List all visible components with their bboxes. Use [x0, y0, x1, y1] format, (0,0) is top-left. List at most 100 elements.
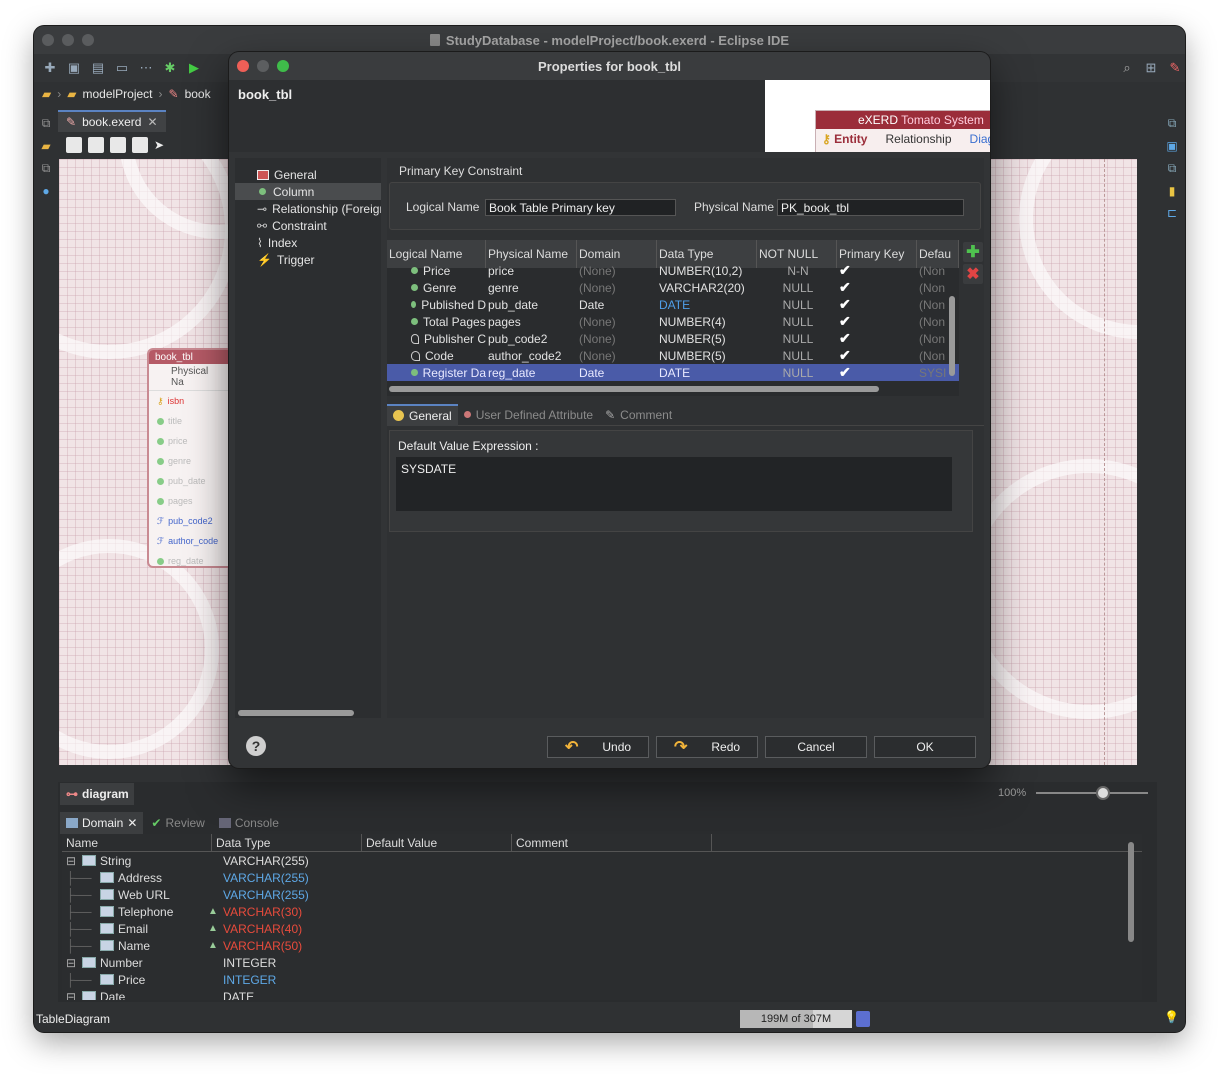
nav-item-relationship[interactable]: ⊸ Relationship (Foreign	[235, 200, 381, 217]
restore-icon[interactable]: ⧉	[42, 116, 51, 131]
add-column-button[interactable]: ✚	[963, 242, 983, 262]
tab-console[interactable]: Console	[213, 812, 285, 834]
column-row[interactable]: Genre genre (None) VARCHAR2(20) NULL ✔ (Non	[387, 279, 959, 296]
minimize-window-button[interactable]	[62, 34, 74, 46]
breadcrumb-file[interactable]: book	[185, 87, 211, 101]
calendar-icon[interactable]	[110, 137, 126, 153]
search-icon[interactable]: ⌕	[1117, 58, 1137, 78]
tree-expand-icon[interactable]: ⊟	[66, 854, 78, 868]
close-icon[interactable]: ✕	[127, 816, 137, 830]
tree-expand-icon[interactable]: ⊟	[66, 956, 78, 970]
check-icon[interactable]: ✔	[837, 313, 917, 330]
redo-button[interactable]: ↷ Redo	[656, 736, 758, 758]
close-dialog-button[interactable]	[237, 60, 249, 72]
restore-icon-2[interactable]: ⧉	[42, 161, 51, 176]
domain-row[interactable]: ├── Name ▲ VARCHAR(50)	[62, 937, 1142, 954]
check-icon[interactable]: ✔	[837, 347, 917, 364]
page-icon[interactable]	[66, 137, 82, 153]
domain-row[interactable]: ⊟ Number INTEGER	[62, 954, 1142, 971]
ok-button[interactable]: OK	[874, 736, 976, 758]
table-vertical-scrollbar[interactable]	[949, 296, 955, 376]
screen-icon[interactable]: ▭	[112, 58, 132, 78]
breadcrumb-project[interactable]: modelProject	[82, 87, 152, 101]
cell-not-null[interactable]: NULL	[757, 366, 837, 380]
domain-row[interactable]: ├── Email ▲ VARCHAR(40)	[62, 920, 1142, 937]
nav-item-column[interactable]: Column	[235, 183, 381, 200]
domain-row[interactable]: ⊟ Date DATE	[62, 988, 1142, 1000]
clipboard-icon[interactable]	[132, 137, 148, 153]
heap-status[interactable]: 199M of 307M	[740, 1010, 852, 1028]
domain-row[interactable]: ├── Address VARCHAR(255)	[62, 869, 1142, 886]
column-row[interactable]: Code author_code2 (None) NUMBER(5) NULL ✔ (Non	[387, 347, 959, 364]
erd-perspective-icon[interactable]: ✎	[1165, 58, 1185, 78]
lightbulb-icon[interactable]: 💡	[1164, 1010, 1179, 1024]
domain-row[interactable]: ├── Telephone ▲ VARCHAR(30)	[62, 903, 1142, 920]
default-value-input[interactable]: SYSDATE	[396, 457, 952, 511]
check-icon[interactable]: ✔	[837, 364, 917, 381]
layout-icon[interactable]	[88, 137, 104, 153]
cell-not-null[interactable]: NULL	[757, 298, 837, 312]
garbage-collect-icon[interactable]	[856, 1011, 870, 1027]
nav-horizontal-scrollbar[interactable]	[238, 710, 354, 716]
save-icon[interactable]: ▣	[64, 58, 84, 78]
diagram-tab[interactable]: ⊶ diagram	[60, 783, 134, 805]
cell-not-null[interactable]: NULL	[757, 349, 837, 363]
run-icon[interactable]: ▶	[184, 58, 204, 78]
domain-row[interactable]: ⊟ String VARCHAR(255)	[62, 852, 1142, 869]
undo-button[interactable]: ↶ Undo	[547, 736, 649, 758]
column-header[interactable]: Name	[62, 834, 212, 851]
column-row[interactable]: Publisher Cpub_code2 (None) NUMBER(5) NULL ✔…	[387, 330, 959, 347]
zoom-window-button[interactable]	[82, 34, 94, 46]
pk-logical-name-input[interactable]	[485, 199, 676, 216]
check-icon[interactable]: ✔	[837, 296, 917, 313]
tab-domain[interactable]: Domain ✕	[60, 812, 144, 834]
nav-item-index[interactable]: ⌇ Index	[235, 234, 381, 251]
tab-comment[interactable]: ✎ Comment	[599, 404, 678, 426]
cell-not-null[interactable]: NULL	[757, 281, 837, 295]
new-icon[interactable]: ✚	[40, 58, 60, 78]
column-row[interactable]: Published Dpub_date Date DATE NULL ✔ (Non	[387, 296, 959, 313]
tab-review[interactable]: ✔ Review	[145, 812, 210, 834]
domain-row[interactable]: ├── Price INTEGER	[62, 971, 1142, 988]
check-icon[interactable]: ✔	[837, 330, 917, 347]
hierarchy-icon[interactable]: ⊏	[1167, 206, 1177, 220]
cell-not-null[interactable]: N-N	[757, 264, 837, 278]
close-icon[interactable]: ✕	[147, 115, 157, 129]
table-horizontal-scrollbar[interactable]	[389, 386, 879, 392]
editor-tab-book[interactable]: ✎ book.exerd ✕	[58, 110, 166, 132]
outline-icon[interactable]: ▣	[1166, 139, 1177, 153]
nav-item-constraint[interactable]: ⚯ Constraint	[235, 217, 381, 234]
bookmark-icon[interactable]: ▮	[1169, 184, 1176, 198]
vertical-scrollbar[interactable]	[1128, 842, 1134, 942]
close-window-button[interactable]	[42, 34, 54, 46]
nav-item-general[interactable]: General	[235, 166, 381, 183]
check-icon[interactable]: ✔	[837, 279, 917, 296]
share-icon[interactable]: ⋯	[136, 58, 156, 78]
palette-icon[interactable]: ●	[42, 184, 49, 198]
tab-user-defined-attribute[interactable]: User Defined Attribute	[458, 404, 599, 426]
cancel-button[interactable]: Cancel	[765, 736, 867, 758]
help-icon[interactable]: ?	[246, 736, 266, 756]
save-all-icon[interactable]: ▤	[88, 58, 108, 78]
perspective-icon[interactable]: ⊞	[1141, 58, 1161, 78]
cell-not-null[interactable]: NULL	[757, 315, 837, 329]
column-header[interactable]: Default Value	[362, 834, 512, 851]
column-row[interactable]: Price price (None) NUMBER(10,2) N-N ✔ (Non	[387, 262, 959, 279]
remove-column-button[interactable]: ✖	[963, 264, 983, 284]
tree-icon[interactable]: ▰	[41, 139, 50, 153]
domain-row[interactable]: ├── Web URL VARCHAR(255)	[62, 886, 1142, 903]
nav-item-trigger[interactable]: ⚡ Trigger	[235, 251, 381, 268]
zoom-slider-handle[interactable]	[1096, 786, 1111, 800]
tree-expand-icon[interactable]: ⊟	[66, 990, 78, 1001]
pointer-icon[interactable]: ➤	[154, 138, 164, 152]
zoom-slider[interactable]	[1036, 786, 1149, 800]
tab-general[interactable]: General	[387, 403, 458, 426]
column-header[interactable]: Data Type	[212, 834, 362, 851]
restore-icon-right-2[interactable]: ⧉	[1168, 161, 1177, 176]
cell-not-null[interactable]: NULL	[757, 332, 837, 346]
restore-icon-right[interactable]: ⧉	[1168, 116, 1177, 131]
column-row[interactable]: Total Pages pages (None) NUMBER(4) NULL ✔ (Non	[387, 313, 959, 330]
zoom-dialog-button[interactable]	[277, 60, 289, 72]
column-header[interactable]: Comment	[512, 834, 712, 851]
check-icon[interactable]: ✔	[837, 262, 917, 279]
